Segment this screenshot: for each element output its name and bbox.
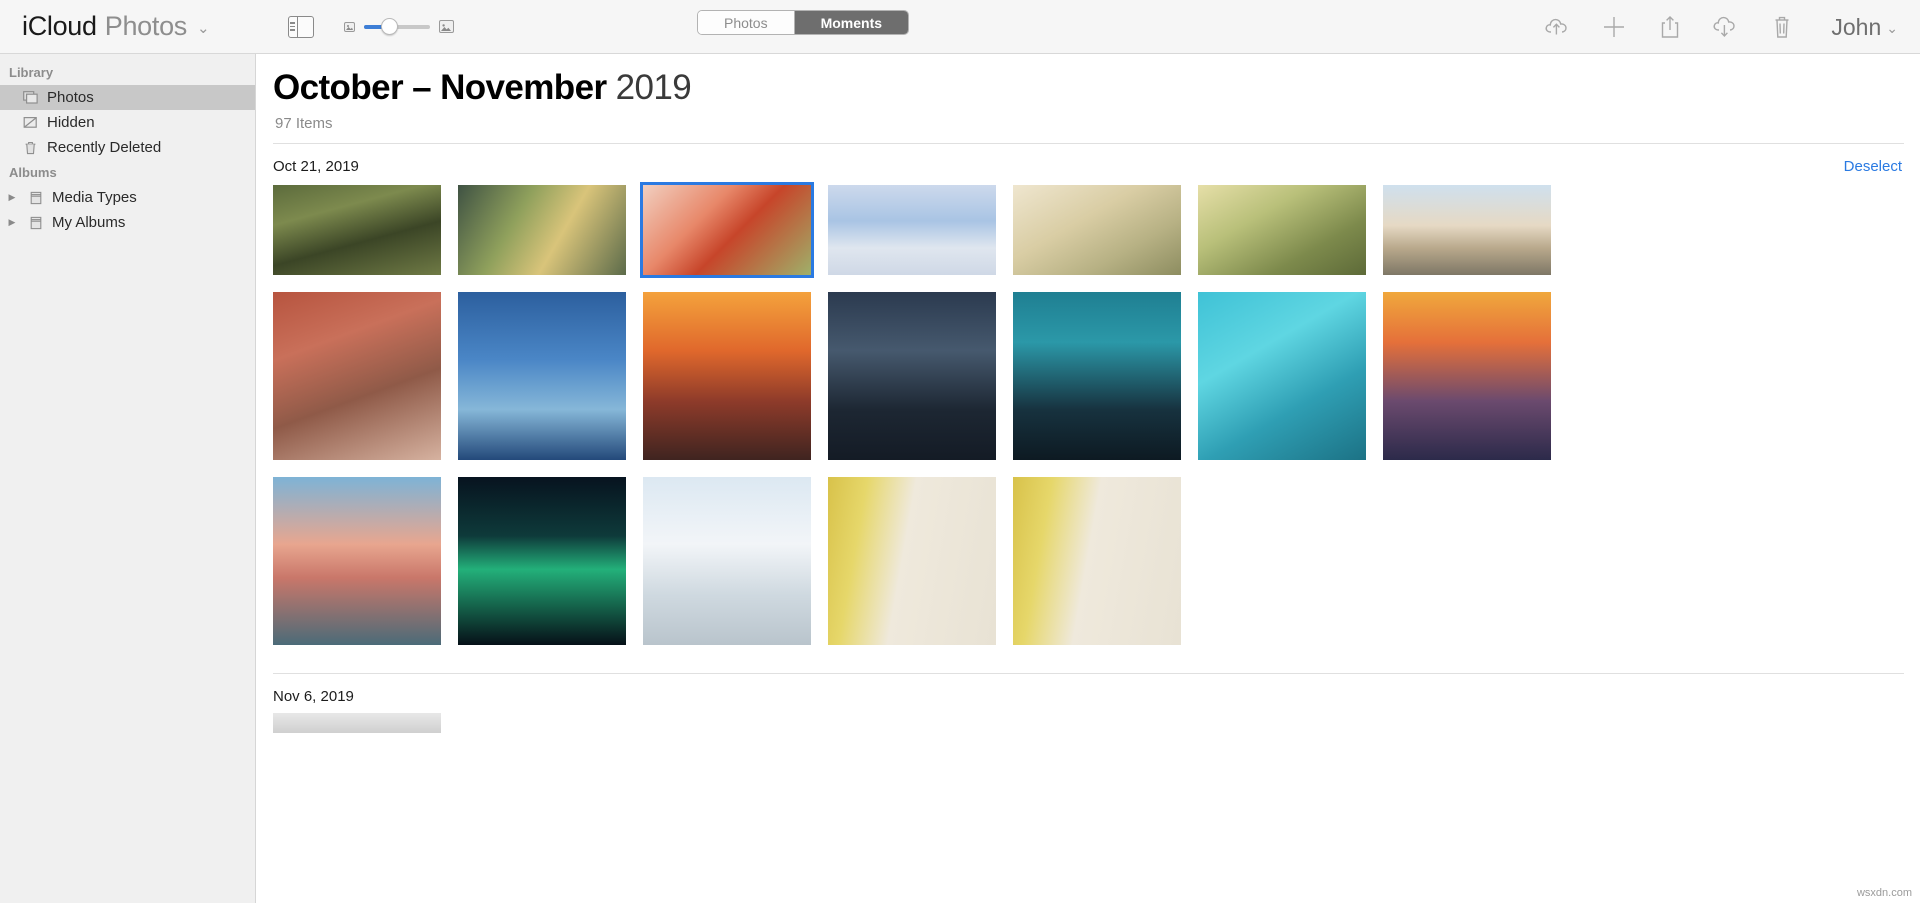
slider-track[interactable] xyxy=(363,18,430,35)
photo-grid-row xyxy=(257,275,1920,460)
moment-header: Oct 21, 2019 Deselect xyxy=(257,144,1920,175)
sidebar-item-recently-deleted[interactable]: Recently Deleted xyxy=(0,135,255,160)
photo-cell-selected[interactable] xyxy=(640,182,814,278)
sidebar-section-library: Library xyxy=(9,65,54,80)
photo-thumbnail[interactable] xyxy=(273,477,441,645)
photo-cell[interactable] xyxy=(828,185,996,275)
download-icon[interactable] xyxy=(1709,12,1743,42)
photos-stack-icon xyxy=(22,90,39,105)
page-title-range: October – November xyxy=(273,68,607,107)
photo-thumbnail[interactable] xyxy=(828,292,996,460)
photo-thumbnail-selected[interactable] xyxy=(640,182,814,278)
photo-thumbnail[interactable] xyxy=(458,477,626,645)
deselect-button[interactable]: Deselect xyxy=(1844,158,1902,175)
photo-cell[interactable] xyxy=(273,477,441,645)
chevron-down-icon: ⌄ xyxy=(1886,19,1898,36)
moment-header: Nov 6, 2019 xyxy=(257,674,1920,705)
sidebar-item-label: Recently Deleted xyxy=(47,139,162,156)
photo-cell[interactable] xyxy=(1013,477,1181,645)
brand-icloud-label: iCloud xyxy=(22,11,97,41)
photo-cell[interactable] xyxy=(828,477,996,645)
large-photo-icon xyxy=(438,20,454,33)
sidebar-item-photos[interactable]: Photos xyxy=(0,85,255,110)
chevron-right-icon[interactable]: ▶ xyxy=(5,217,19,228)
sidebar-item-label: Media Types xyxy=(52,189,137,206)
page-title-year: 2019 xyxy=(615,68,692,107)
photo-thumbnail[interactable] xyxy=(1198,185,1366,275)
photo-cell[interactable] xyxy=(643,292,811,460)
photo-thumbnail[interactable] xyxy=(1013,185,1181,275)
sidebar: Library Photos Hidden Recently Deleted A… xyxy=(0,54,256,903)
photo-thumbnail[interactable] xyxy=(643,292,811,460)
photo-cell[interactable] xyxy=(273,292,441,460)
photo-thumbnail[interactable] xyxy=(273,292,441,460)
photo-thumbnail[interactable] xyxy=(828,185,996,275)
sidebar-item-my-albums[interactable]: ▶ My Albums xyxy=(0,210,255,235)
folder-icon xyxy=(27,190,44,205)
photo-thumbnail[interactable] xyxy=(828,477,996,645)
photo-thumbnail[interactable] xyxy=(643,477,811,645)
plus-icon[interactable] xyxy=(1597,12,1631,42)
photo-thumbnail[interactable] xyxy=(1198,292,1366,460)
sidebar-toggle-icon[interactable] xyxy=(287,15,314,38)
tab-moments[interactable]: Moments xyxy=(794,11,909,34)
photo-grid-row xyxy=(257,175,1920,278)
photo-thumbnail[interactable] xyxy=(1013,477,1181,645)
sidebar-item-label: My Albums xyxy=(52,214,126,231)
view-mode-segmented-control[interactable]: Photos Moments xyxy=(697,10,910,35)
chevron-down-icon: ⌄ xyxy=(197,20,210,37)
toolbar-actions: John ⌄ xyxy=(1541,0,1898,54)
brand-photos-label: Photos xyxy=(104,11,188,41)
sidebar-item-media-types[interactable]: ▶ Media Types xyxy=(0,185,255,210)
photo-grid-row-partial xyxy=(257,705,1920,733)
trash-icon xyxy=(22,140,39,155)
photo-thumbnail[interactable] xyxy=(273,185,441,275)
photo-thumbnail[interactable] xyxy=(273,713,441,733)
photo-cell[interactable] xyxy=(458,292,626,460)
photo-grid-row xyxy=(257,460,1920,645)
moment-date-label: Oct 21, 2019 xyxy=(273,158,359,175)
folder-icon xyxy=(27,215,44,230)
hidden-slash-icon xyxy=(22,115,39,130)
photo-thumbnail[interactable] xyxy=(458,185,626,275)
photo-thumbnail[interactable] xyxy=(1013,292,1181,460)
small-photo-icon xyxy=(343,21,355,32)
photo-cell[interactable] xyxy=(458,185,626,275)
photo-thumbnail[interactable] xyxy=(1383,292,1551,460)
top-toolbar: iCloud Photos ⌄ Photos Moments John ⌄ xyxy=(0,0,1920,54)
photo-cell[interactable] xyxy=(1198,292,1366,460)
share-icon[interactable] xyxy=(1653,12,1687,42)
photo-thumbnail[interactable] xyxy=(1383,185,1551,275)
photo-cell[interactable] xyxy=(1013,185,1181,275)
user-account-menu[interactable]: John ⌄ xyxy=(1831,14,1898,41)
page-title: October – November 2019 xyxy=(273,68,1920,108)
photo-cell[interactable] xyxy=(1013,292,1181,460)
sidebar-toggle-lines xyxy=(289,16,298,37)
sidebar-item-label: Hidden xyxy=(47,114,95,131)
photo-cell[interactable] xyxy=(458,477,626,645)
photo-cell[interactable] xyxy=(1198,185,1366,275)
photo-library-main: October – November 2019 97 Items Oct 21,… xyxy=(257,54,1920,903)
chevron-right-icon[interactable]: ▶ xyxy=(5,192,19,203)
user-name-label: John xyxy=(1831,13,1882,40)
sidebar-section-albums: Albums xyxy=(9,165,57,180)
photo-cell[interactable] xyxy=(273,185,441,275)
app-brand-menu[interactable]: iCloud Photos ⌄ xyxy=(22,11,210,42)
photo-cell[interactable] xyxy=(1383,185,1551,275)
upload-icon[interactable] xyxy=(1541,12,1575,42)
photo-cell[interactable] xyxy=(1383,292,1551,460)
sidebar-item-label: Photos xyxy=(47,89,94,106)
thumbnail-size-slider[interactable] xyxy=(343,18,454,35)
sidebar-item-hidden[interactable]: Hidden xyxy=(0,110,255,135)
slider-thumb[interactable] xyxy=(381,18,399,35)
item-count-label: 97 Items xyxy=(275,115,333,132)
trash-icon[interactable] xyxy=(1765,12,1799,42)
photo-cell[interactable] xyxy=(828,292,996,460)
photo-thumbnail[interactable] xyxy=(458,292,626,460)
photo-cell[interactable] xyxy=(643,477,811,645)
tab-photos[interactable]: Photos xyxy=(698,11,794,34)
watermark-label: wsxdn.com xyxy=(1856,887,1912,899)
moment-date-label: Nov 6, 2019 xyxy=(273,688,354,705)
sidebar-toggle-pane xyxy=(298,17,313,37)
